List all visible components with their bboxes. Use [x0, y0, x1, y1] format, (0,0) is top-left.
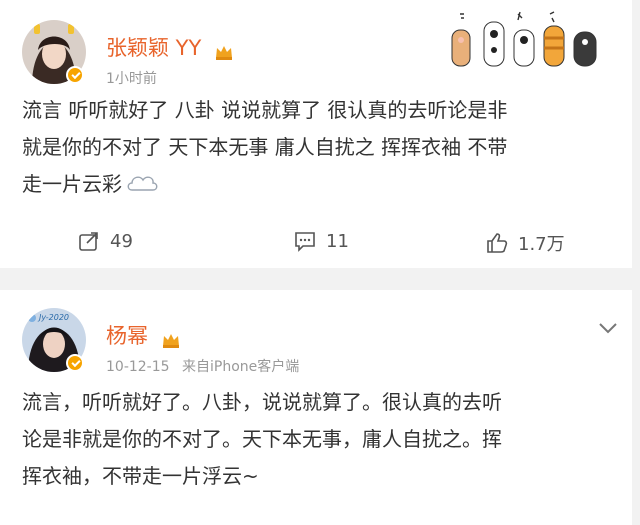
- author-name[interactable]: 杨幂: [106, 320, 181, 350]
- post-line: 论是非就是你的不对了。天下本无事，庸人自扰之。挥: [22, 427, 502, 451]
- author-name[interactable]: 张颖颖 YY: [106, 32, 234, 62]
- thumbs-up-icon: [487, 233, 508, 253]
- crown-icon: [161, 329, 181, 348]
- like-button[interactable]: 1.7万: [486, 230, 565, 256]
- like-count: 1.7万: [518, 234, 565, 255]
- post-text: 流言，听听就好了。八卦，说说就算了。很认真的去听 论是非就是你的不对了。天下本无…: [22, 384, 622, 495]
- verified-badge-icon: [66, 66, 84, 84]
- comment-count: 11: [326, 230, 349, 252]
- post-line: 流言，听听就好了。八卦，说说就算了。很认真的去听: [22, 390, 502, 414]
- comment-button[interactable]: 11: [294, 230, 349, 252]
- post-meta: 10-12-15 来自iPhone客户端: [106, 356, 299, 376]
- action-bar: 49 11 1.7万: [0, 222, 632, 262]
- post-line: 流言 听听就好了 八卦 说说就算了 很认真的去听论是非: [22, 98, 508, 122]
- avatar-caption: Jy-2020: [37, 313, 69, 322]
- verified-badge-icon: [66, 354, 84, 372]
- paw-decoration-icon: [448, 8, 608, 68]
- comment-icon: [295, 232, 315, 252]
- post-line: 就是你的不对了 天下本无事 庸人自扰之 挥挥衣袖 不带: [22, 135, 508, 159]
- post-source[interactable]: 来自iPhone客户端: [182, 359, 299, 375]
- post-text: 流言 听听就好了 八卦 说说就算了 很认真的去听论是非 就是你的不对了 天下本无…: [22, 92, 622, 204]
- post-time: 1小时前: [106, 71, 157, 87]
- post-time: 10-12-15: [106, 359, 170, 375]
- repost-button[interactable]: 49: [78, 230, 133, 252]
- post-line: 挥衣袖，不带走一片浮云~: [22, 464, 259, 488]
- post-card-1: 张颖颖 YY 1小时前 流言 听听就好了 八卦 说说就算了 很认真的去听论是非 …: [0, 0, 632, 268]
- cloud-emoji-icon: [126, 167, 158, 204]
- repost-icon: [79, 232, 98, 251]
- repost-count: 49: [110, 230, 133, 252]
- crown-icon: [214, 41, 234, 60]
- post-line: 走一片云彩: [22, 166, 622, 204]
- chevron-down-icon[interactable]: [598, 322, 618, 334]
